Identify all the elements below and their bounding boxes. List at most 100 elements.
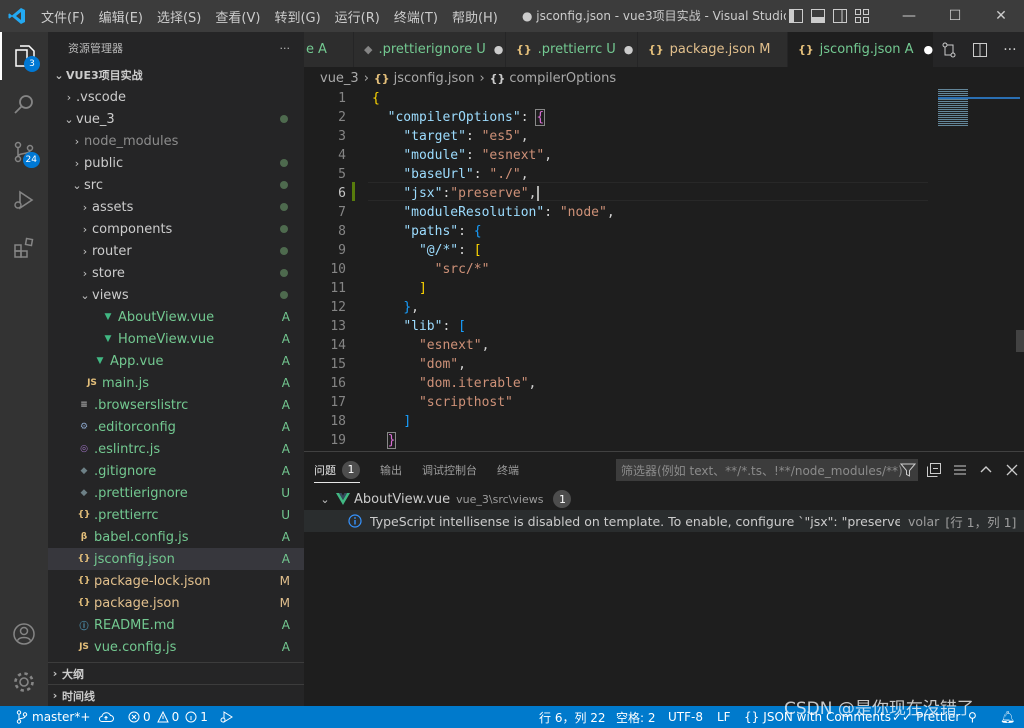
tree-folder[interactable]: ⌄ src — [48, 174, 304, 196]
notifications-status[interactable]: 🔔︎ — [1000, 706, 1015, 728]
tree-file[interactable]: ◆ .gitignore A — [48, 460, 304, 482]
chevron-right-icon: › — [82, 200, 88, 214]
tree-file[interactable]: ◎ .eslintrc.js A — [48, 438, 304, 460]
chevron-right-icon: › — [479, 70, 485, 86]
toggle-secondary-sidebar-icon[interactable] — [832, 8, 848, 24]
accounts-activity[interactable] — [0, 610, 48, 658]
tab-prettierignore[interactable]: ◆ .prettierignore U ● — [354, 32, 506, 67]
tree-file[interactable]: {} .prettierrc U — [48, 504, 304, 526]
breadcrumb-file[interactable]: jsconfig.json — [394, 71, 475, 86]
problems-status[interactable]: 0 0 1 — [128, 706, 208, 728]
split-editor-icon[interactable] — [972, 42, 988, 58]
encoding-status[interactable]: UTF-8 — [668, 706, 703, 728]
more-actions-icon[interactable]: ··· — [1003, 42, 1016, 58]
tree-folder[interactable]: › components — [48, 218, 304, 240]
tree-file[interactable]: {} package-lock.json M — [48, 570, 304, 592]
sync-status[interactable] — [98, 706, 114, 728]
tab-about-view[interactable]: e A — [304, 32, 354, 67]
tab-output[interactable]: 输出 — [370, 452, 412, 487]
tree-folder[interactable]: › public — [48, 152, 304, 174]
eol-status[interactable]: LF — [717, 706, 731, 728]
tree-file[interactable]: {} jsconfig.json A — [48, 548, 304, 570]
object-icon: {} — [489, 71, 506, 85]
branch-status[interactable]: master*+ — [16, 706, 90, 728]
unsaved-dot-icon[interactable]: ● — [494, 43, 504, 56]
tree-file[interactable]: {} package.json M — [48, 592, 304, 614]
problem-location: [行 1，列 1] — [945, 514, 1017, 530]
workspace-root[interactable]: ⌄ VUE3项目实战 — [48, 64, 304, 86]
maximize-button[interactable]: ☐ — [932, 0, 978, 32]
toggle-sidebar-icon[interactable] — [788, 8, 804, 24]
tree-folder[interactable]: › assets — [48, 196, 304, 218]
tree-folder[interactable]: ⌄ views — [48, 284, 304, 306]
tree-folder[interactable]: › router — [48, 240, 304, 262]
manage-activity[interactable] — [0, 658, 48, 706]
editor-scrollbar[interactable] — [1016, 330, 1024, 352]
breadcrumb-folder[interactable]: vue_3 — [320, 71, 359, 86]
run-debug-activity[interactable] — [0, 176, 48, 224]
open-changes-icon[interactable] — [941, 42, 957, 58]
unsaved-dot-icon[interactable]: ● — [624, 43, 634, 56]
menu-view[interactable]: 查看(V) — [208, 7, 267, 26]
tab-label: .prettierignore — [378, 42, 473, 57]
menu-file[interactable]: 文件(F) — [34, 7, 92, 26]
javascript-file-icon: JS — [79, 642, 89, 652]
outline-section[interactable]: › 大纲 — [48, 662, 304, 684]
tree-file[interactable]: ▼ AboutView.vue A — [48, 306, 304, 328]
timeline-section[interactable]: › 时间线 — [48, 684, 304, 706]
tab-prettierrc[interactable]: {} .prettierrc U ● — [506, 32, 638, 67]
tree-file[interactable]: ≡ .browserslistrc A — [48, 394, 304, 416]
eslint-icon: ◎ — [80, 444, 88, 454]
tree-file[interactable]: ◆ .prettierignore U — [48, 482, 304, 504]
tree-file[interactable]: ▼ HomeView.vue A — [48, 328, 304, 350]
source-control-activity[interactable]: 24 — [0, 128, 48, 176]
search-activity[interactable] — [0, 80, 48, 128]
tree-folder[interactable]: › .vscode — [48, 86, 304, 108]
debug-status[interactable] — [220, 706, 234, 728]
menu-help[interactable]: 帮助(H) — [445, 7, 505, 26]
tab-debug-console[interactable]: 调试控制台 — [412, 452, 487, 487]
breadcrumb-symbol[interactable]: compilerOptions — [509, 71, 616, 86]
menu-run[interactable]: 运行(R) — [328, 7, 387, 26]
tree-file[interactable]: JS vue.config.js A — [48, 636, 304, 658]
git-status-badge: A — [281, 332, 290, 346]
tree-folder[interactable]: › store — [48, 262, 304, 284]
problems-filter-input[interactable]: 筛选器(例如 text、**/*.ts、!**/node_modules/**) — [616, 459, 918, 481]
maximize-panel-icon[interactable] — [978, 462, 994, 478]
customize-layout-icon[interactable] — [854, 8, 870, 24]
minimap[interactable] — [934, 89, 1024, 451]
minimize-button[interactable]: — — [886, 0, 932, 32]
extensions-activity[interactable] — [0, 224, 48, 272]
tab-terminal[interactable]: 终端 — [487, 452, 529, 487]
menu-edit[interactable]: 编辑(E) — [92, 7, 150, 26]
tree-folder[interactable]: ⌄ vue_3 — [48, 108, 304, 130]
unsaved-dot-icon[interactable]: ● — [923, 43, 933, 56]
filter-icon[interactable] — [900, 462, 916, 478]
cursor-position[interactable]: 行 6，列 22 — [539, 706, 606, 728]
view-as-list-icon[interactable] — [952, 462, 968, 478]
menu-terminal[interactable]: 终端(T) — [387, 7, 445, 26]
tree-file[interactable]: ⚙ .editorconfig A — [48, 416, 304, 438]
menu-selection[interactable]: 选择(S) — [150, 7, 208, 26]
explorer-activity[interactable]: 3 — [0, 32, 48, 80]
menu-go[interactable]: 转到(G) — [267, 7, 327, 26]
tree-file[interactable]: β babel.config.js A — [48, 526, 304, 548]
tree-file[interactable]: JS main.js A — [48, 372, 304, 394]
problem-file-row[interactable]: ⌄ AboutView.vue vue_3\src\views 1 — [304, 488, 1024, 510]
collapse-all-icon[interactable] — [926, 462, 942, 478]
indentation-status[interactable]: 空格: 2 — [616, 706, 656, 728]
tree-file[interactable]: ⓘ README.md A — [48, 614, 304, 636]
toggle-panel-icon[interactable] — [810, 8, 826, 24]
tab-package-json[interactable]: {} package.json M — [638, 32, 788, 67]
code-editor[interactable]: 1 2 3 4 5 6 7 8 9 10 11 12 13 14 15 16 17 18 19 { "compile… — [304, 89, 1024, 451]
close-panel-icon[interactable] — [1004, 462, 1020, 478]
tab-jsconfig-json[interactable]: {} jsconfig.json A ● — [788, 32, 934, 67]
tree-file[interactable]: ▼ App.vue A — [48, 350, 304, 372]
close-window-button[interactable]: ✕ — [978, 0, 1024, 32]
git-status-badge: A — [281, 376, 290, 390]
tree-folder[interactable]: › node_modules — [48, 130, 304, 152]
more-actions-icon[interactable]: ··· — [280, 42, 291, 55]
warning-icon — [156, 711, 169, 723]
tab-problems[interactable]: 问题 1 — [304, 452, 370, 487]
problem-item[interactable]: TypeScript intellisense is disabled on t… — [304, 510, 1024, 532]
